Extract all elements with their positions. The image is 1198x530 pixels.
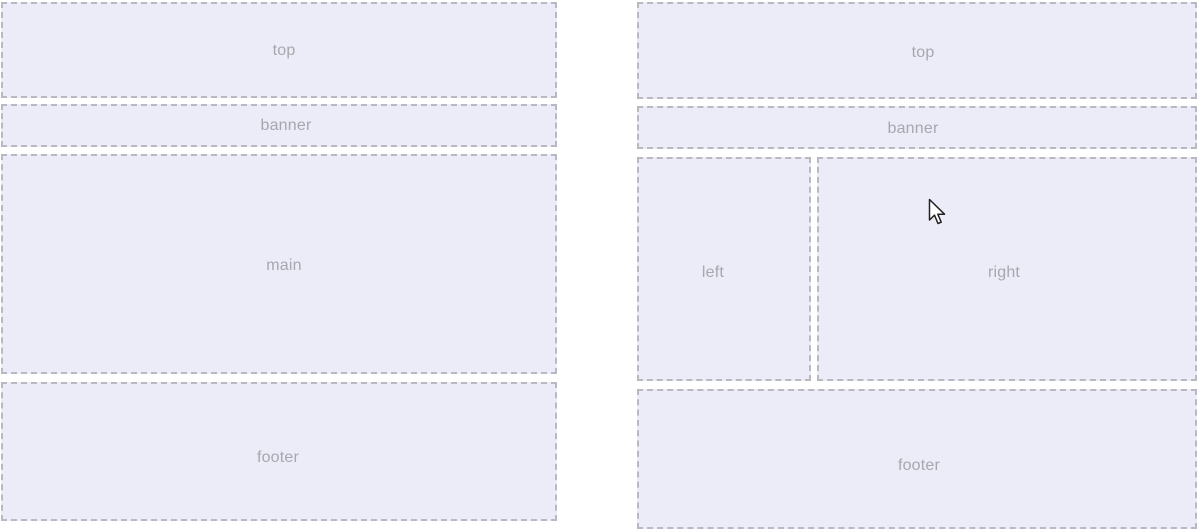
- right-layout-footer-label: footer: [897, 457, 941, 474]
- left-layout-top-label: top: [272, 42, 296, 59]
- left-layout-banner-label: banner: [260, 116, 312, 134]
- left-layout-main-region: main: [1, 154, 557, 374]
- right-layout-top-label: top: [911, 43, 935, 61]
- left-layout-top-region: top: [1, 2, 557, 98]
- right-layout-left-label: left: [701, 264, 725, 281]
- right-layout-banner-label: banner: [887, 119, 939, 137]
- left-layout-footer-region: footer: [1, 382, 557, 521]
- right-layout-top-region: top: [637, 2, 1197, 99]
- right-layout-banner-region: banner: [637, 106, 1197, 149]
- left-layout-footer-label: footer: [256, 448, 300, 466]
- left-layout-banner-region: banner: [1, 104, 557, 147]
- right-layout-right-label: right: [987, 264, 1021, 281]
- left-layout-main-label: main: [266, 257, 302, 274]
- right-layout-footer-region: footer: [637, 389, 1197, 529]
- right-layout-left-region: left: [637, 157, 811, 381]
- right-layout-right-region: right: [817, 157, 1197, 381]
- mouse-pointer-icon: [928, 198, 946, 225]
